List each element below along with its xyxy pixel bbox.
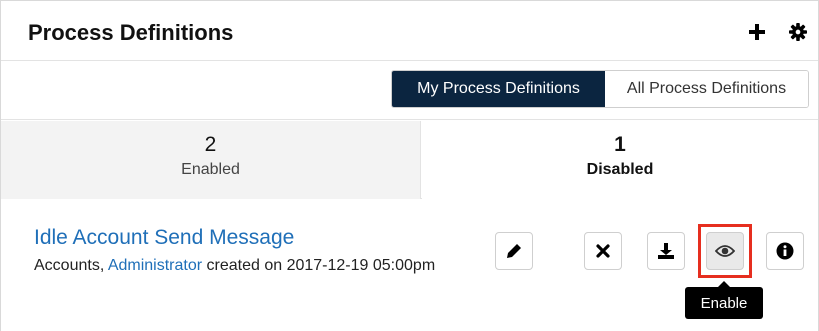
export-button[interactable]	[647, 232, 685, 270]
record-created: created on 2017-12-19 05:00pm	[206, 257, 436, 274]
info-icon	[776, 242, 794, 260]
tab-enabled[interactable]: 2 Enabled	[1, 121, 421, 199]
record-module: Accounts,	[34, 257, 105, 274]
dashlet-title: Process Definitions	[28, 20, 234, 45]
all-process-definitions-button[interactable]: All Process Definitions	[605, 71, 808, 107]
plus-icon	[749, 24, 765, 40]
process-definitions-dashlet: Process Definitions My Process Definitio…	[0, 0, 819, 331]
record-user-link[interactable]: Administrator	[108, 257, 202, 274]
enable-button-highlight	[698, 224, 752, 278]
filter-toggle: My Process Definitions All Process Defin…	[391, 70, 809, 108]
record-meta: Accounts, Administrator created on 2017-…	[34, 257, 435, 275]
add-button[interactable]	[746, 21, 768, 43]
delete-button[interactable]	[584, 232, 622, 270]
tab-label: Disabled	[586, 161, 654, 178]
tab-count: 1	[614, 133, 626, 156]
filter-toggle-row: My Process Definitions All Process Defin…	[1, 62, 818, 120]
close-icon	[596, 244, 610, 258]
settings-button[interactable]	[787, 21, 809, 43]
download-icon	[658, 243, 674, 259]
info-button[interactable]	[766, 232, 804, 270]
record-title-link[interactable]: Idle Account Send Message	[34, 226, 294, 250]
pencil-icon	[507, 244, 521, 258]
gear-icon	[789, 23, 807, 41]
tab-label: Enabled	[181, 161, 240, 178]
my-process-definitions-button[interactable]: My Process Definitions	[392, 71, 605, 107]
dashlet-header: Process Definitions	[1, 1, 818, 61]
enable-tooltip: Enable	[685, 281, 763, 319]
tab-count: 2	[204, 133, 217, 156]
status-tabs: 2 Enabled 1 Disabled	[1, 121, 818, 199]
edit-button[interactable]	[495, 232, 533, 270]
tab-disabled[interactable]: 1 Disabled	[422, 121, 818, 199]
